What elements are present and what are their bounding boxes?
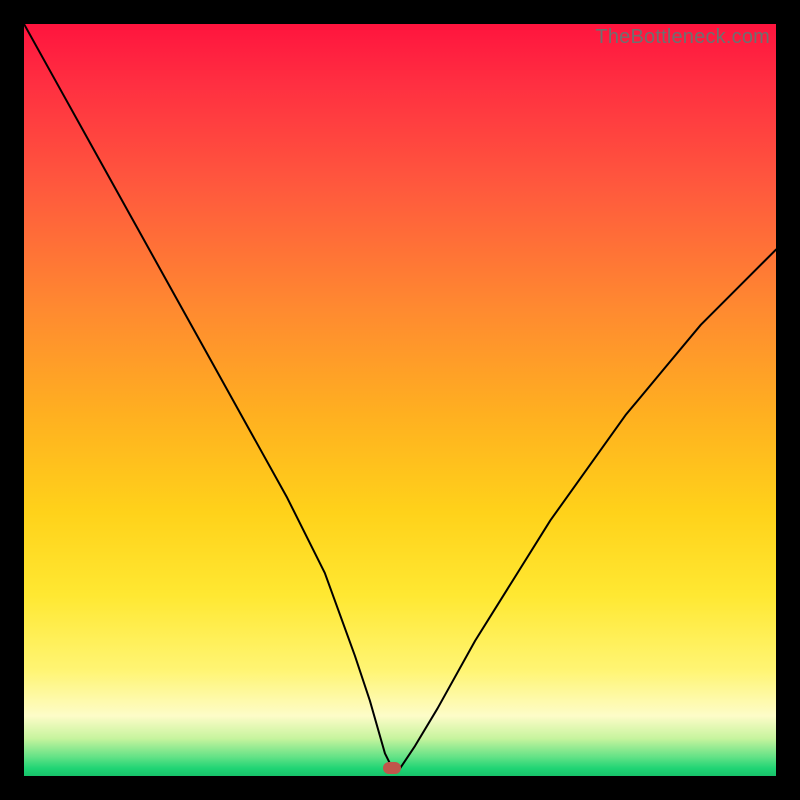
bottleneck-curve — [24, 24, 776, 776]
plot-area: TheBottleneck.com — [24, 24, 776, 776]
chart-frame: TheBottleneck.com — [0, 0, 800, 800]
minimum-marker — [383, 762, 401, 774]
